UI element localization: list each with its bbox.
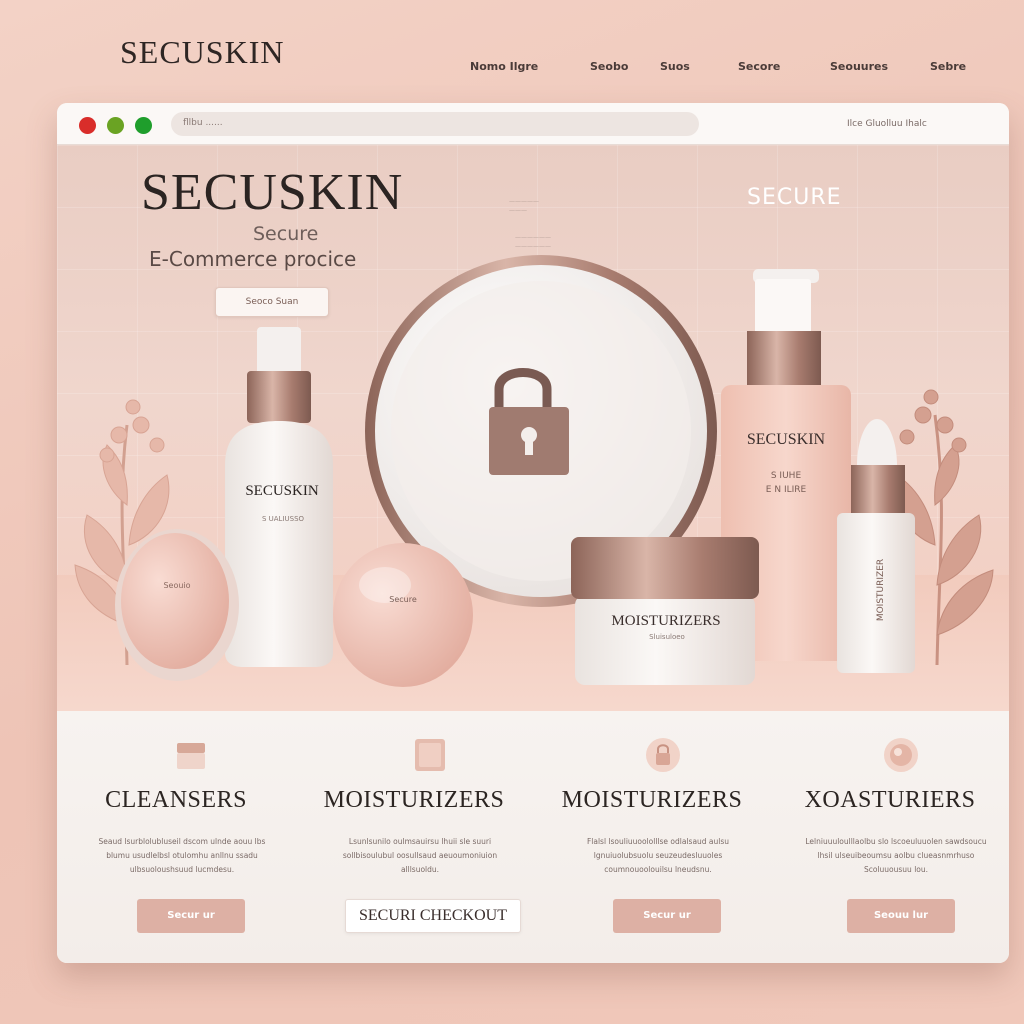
top-nav: Nomo Ilgre Seobo Suos Secore Seouures Se… (460, 60, 980, 80)
tall-bottle-sub1: S IUHE (770, 471, 802, 481)
hero-secure-label: SECURE (747, 185, 842, 210)
left-bottle-sub: S UALIUSSO (261, 515, 305, 523)
category-button[interactable]: Secur ur (137, 899, 245, 933)
browser-window: fllbu ...... Ilce Gluolluu Ihalc SECUSKI… (57, 103, 1009, 963)
category-card-cleansers[interactable]: CLEANSERS Seaud lsurblolubluseil dscom u… (57, 711, 295, 963)
maximize-window-button[interactable] (135, 117, 152, 134)
category-title: MOISTURIZERS (323, 787, 505, 813)
lock-shield-icon (646, 738, 680, 772)
category-title: XOASTURIERS (804, 787, 976, 813)
jar-label: MOISTURIZERS (611, 613, 721, 629)
category-card-moisturizers[interactable]: MOISTURIZERS Lsunlsunilo oulmsauirsu lhu… (295, 711, 533, 963)
category-section: CLEANSERS Seaud lsurblolubluseil dscom u… (57, 711, 1009, 963)
toolbar-links[interactable]: Ilce Gluolluu Ihalc (847, 119, 927, 129)
category-description: Flalsl lsouliuuoololllse odlalsaud aulsu… (586, 837, 730, 874)
nav-item-5[interactable]: Seouures (830, 60, 888, 73)
faint-text-2: —————— —————— (515, 234, 551, 250)
category-card-moisturizers-2[interactable]: MOISTURIZERS Flalsl lsouliuuoololllse od… (533, 711, 771, 963)
category-button[interactable]: Seouu lur (847, 899, 955, 933)
compact-label: Seouio (163, 581, 191, 590)
jar-sub-label: Sluisuloeo (649, 633, 685, 641)
site-logo[interactable]: SECUSKIN (120, 34, 284, 71)
nav-item-6[interactable]: Sebre (930, 60, 966, 73)
category-description: Lelniuuuloulllaolbu slo lscoeuluuolen sa… (805, 837, 987, 874)
nav-item-home[interactable]: Nomo Ilgre (470, 60, 538, 73)
pink-round-ball (333, 543, 473, 687)
category-title: CLEANSERS (105, 787, 247, 813)
product-illustration (74, 255, 994, 687)
minimize-window-button[interactable] (107, 117, 124, 134)
hero-banner: SECUSKIN Secure E-Commerce procice SECUR… (57, 145, 1009, 711)
faint-text-1: ————— ——— (509, 198, 539, 214)
browser-toolbar: fllbu ...... Ilce Gluolluu Ihalc (57, 103, 1009, 145)
category-card-xoasturiers[interactable]: XOASTURIERS Lelniuuuloulllaolbu slo lsco… (771, 711, 1009, 963)
nav-item-3[interactable]: Suos (660, 60, 690, 73)
category-button[interactable]: Secur ur (613, 899, 721, 933)
tall-bottle-brand: SECUSKIN (746, 431, 826, 448)
left-bottle-brand: SECUSKIN (245, 483, 319, 499)
moisturizer-jar (571, 537, 759, 685)
pink-compact (115, 529, 239, 681)
address-bar[interactable]: fllbu ...... (171, 112, 699, 136)
category-description: Seaud lsurblolubluseil dscom ulnde aouu … (98, 837, 266, 874)
moisturizer-square-icon (415, 739, 445, 771)
serum-bottle-icon (884, 738, 918, 772)
category-title: MOISTURIZERS (561, 787, 743, 813)
secure-checkout-button[interactable]: SECURI CHECKOUT (345, 899, 521, 933)
round-ball-label: Secure (389, 595, 417, 604)
hero-title: SECUSKIN (141, 164, 404, 221)
category-description: Lsunlsunilo oulmsauirsu lhuii sle suuri … (342, 837, 498, 874)
cleanser-jar-icon (177, 743, 205, 769)
hero-cta-button[interactable]: Seoco Suan (215, 287, 329, 317)
nav-item-2[interactable]: Seobo (590, 60, 628, 73)
hero-subtitle-ecommerce: E-Commerce procice (149, 247, 357, 271)
tall-bottle-sub2: E N ILIRE (765, 485, 807, 495)
hero-subtitle-secure: Secure (253, 223, 319, 245)
dropper-label: MOISTURIZER (876, 558, 886, 622)
nav-item-4[interactable]: Secore (738, 60, 780, 73)
close-window-button[interactable] (79, 117, 96, 134)
